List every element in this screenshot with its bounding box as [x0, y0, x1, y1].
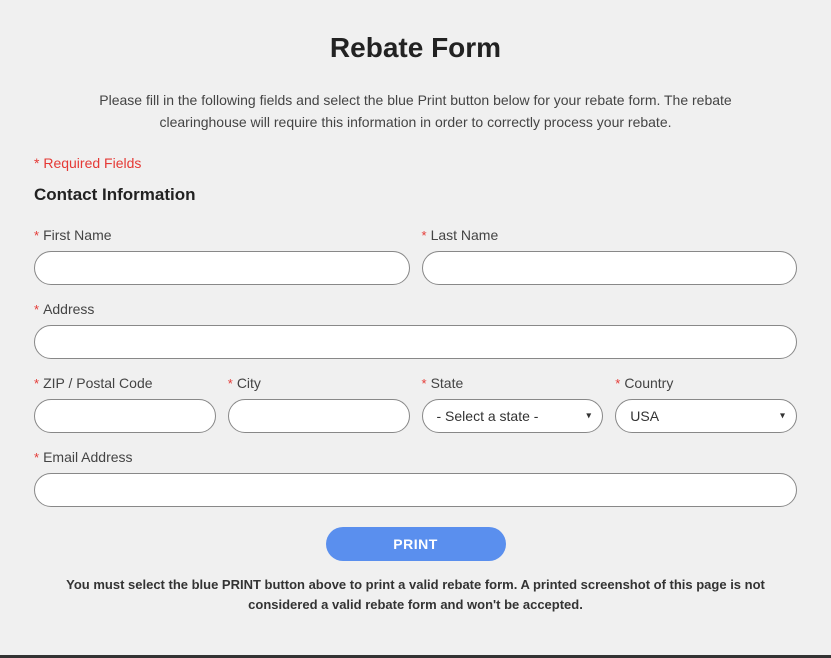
page-title: Rebate Form — [34, 0, 797, 90]
select-wrapper-state: - Select a state - ▾ — [422, 399, 604, 433]
input-address[interactable] — [34, 325, 797, 359]
field-email: * Email Address — [34, 449, 797, 507]
label-state: * State — [422, 375, 604, 391]
intro-text: Please fill in the following fields and … — [34, 90, 797, 133]
select-country[interactable]: USA — [615, 399, 797, 433]
label-last-name: * Last Name — [422, 227, 798, 243]
print-button[interactable]: PRINT — [326, 527, 506, 561]
label-email: * Email Address — [34, 449, 797, 465]
required-asterisk: * — [34, 450, 39, 465]
row-address: * Address — [34, 301, 797, 359]
row-name: * First Name * Last Name — [34, 227, 797, 285]
label-text: Email Address — [43, 449, 132, 465]
label-address: * Address — [34, 301, 797, 317]
input-first-name[interactable] — [34, 251, 410, 285]
field-country: * Country USA ▾ — [615, 375, 797, 433]
field-last-name: * Last Name — [422, 227, 798, 285]
input-email[interactable] — [34, 473, 797, 507]
footer-note: You must select the blue PRINT button ab… — [34, 575, 797, 614]
label-text: Last Name — [431, 227, 499, 243]
label-text: City — [237, 375, 261, 391]
label-zip: * ZIP / Postal Code — [34, 375, 216, 391]
label-text: First Name — [43, 227, 111, 243]
field-first-name: * First Name — [34, 227, 410, 285]
label-city: * City — [228, 375, 410, 391]
label-text: State — [431, 375, 464, 391]
label-first-name: * First Name — [34, 227, 410, 243]
required-asterisk: * — [34, 302, 39, 317]
field-city: * City — [228, 375, 410, 433]
required-asterisk: * — [228, 376, 233, 391]
required-fields-note: * Required Fields — [34, 155, 797, 171]
row-email: * Email Address — [34, 449, 797, 507]
input-zip[interactable] — [34, 399, 216, 433]
row-location: * ZIP / Postal Code * City * State - Sel… — [34, 375, 797, 433]
label-country: * Country — [615, 375, 797, 391]
field-address: * Address — [34, 301, 797, 359]
input-city[interactable] — [228, 399, 410, 433]
required-asterisk: * — [615, 376, 620, 391]
label-text: Address — [43, 301, 94, 317]
field-zip: * ZIP / Postal Code — [34, 375, 216, 433]
required-asterisk: * — [34, 228, 39, 243]
field-state: * State - Select a state - ▾ — [422, 375, 604, 433]
select-wrapper-country: USA ▾ — [615, 399, 797, 433]
label-text: Country — [624, 375, 673, 391]
rebate-form-page: Rebate Form Please fill in the following… — [0, 0, 831, 658]
select-state[interactable]: - Select a state - — [422, 399, 604, 433]
section-title-contact: Contact Information — [34, 185, 797, 205]
required-asterisk: * — [422, 228, 427, 243]
label-text: ZIP / Postal Code — [43, 375, 152, 391]
required-asterisk: * — [34, 376, 39, 391]
required-asterisk: * — [422, 376, 427, 391]
input-last-name[interactable] — [422, 251, 798, 285]
